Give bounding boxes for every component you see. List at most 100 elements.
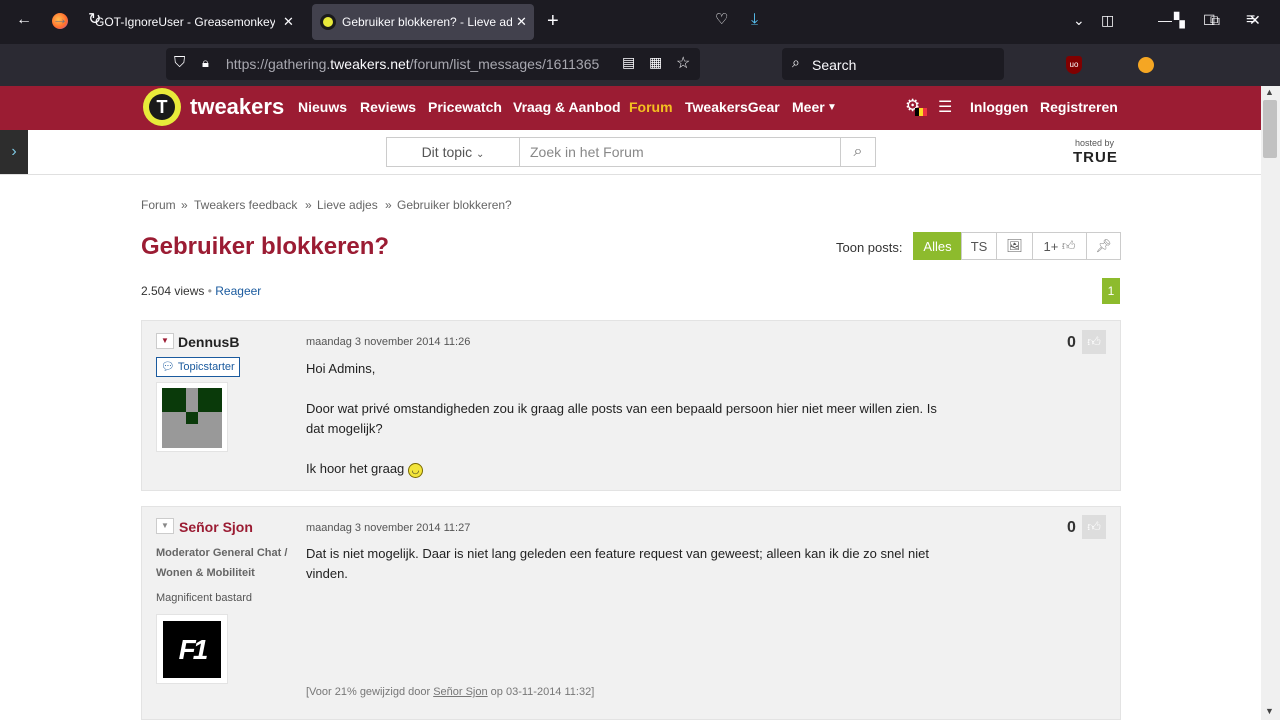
views-count: 2.504 views	[141, 284, 205, 298]
user-menu-toggle-icon[interactable]: ▼	[156, 518, 174, 534]
extensions-puzzle-icon[interactable]: ⧉	[1210, 10, 1220, 30]
ublock-icon[interactable]: uo	[1066, 56, 1082, 74]
nav-pricewatch[interactable]: Pricewatch	[428, 99, 502, 115]
post-username[interactable]: DennusB	[178, 334, 239, 350]
forum-search-input[interactable]: Zoek in het Forum	[530, 144, 644, 160]
search-icon: ⌕	[792, 54, 800, 70]
scrollbar-thumb[interactable]	[1263, 100, 1277, 158]
list-all-tabs-icon[interactable]: ⌄	[1073, 12, 1085, 29]
search-scope-select[interactable]: Dit topic ⌄	[387, 138, 520, 166]
nav-forum[interactable]: Forum	[629, 99, 673, 115]
post-score: 0	[1067, 334, 1076, 351]
list-view-icon[interactable]: ☰	[938, 97, 952, 117]
search-bar[interactable]: ⌕ Search	[782, 48, 1004, 80]
search-button-icon[interactable]: ⌕	[840, 138, 875, 166]
lock-icon[interactable]: 🔒︎	[202, 55, 209, 71]
topicstarter-badge: 💬︎ Topicstarter	[156, 357, 240, 377]
breadcrumb-separator: »	[181, 198, 188, 212]
post-username[interactable]: Señor Sjon	[179, 519, 253, 535]
like-thumbs-up-icon[interactable]: 👍︎	[1082, 515, 1106, 539]
forum-search-box: Dit topic ⌄ Zoek in het Forum ⌕	[386, 137, 876, 167]
scroll-down-icon[interactable]: ▼	[1265, 706, 1274, 716]
reply-link[interactable]: Reageer	[215, 284, 261, 298]
url-bar[interactable]: ⛉ 🔒︎ https://gathering.tweakers.net/foru…	[166, 48, 700, 80]
post-line: Door wat privé omstandigheden zou ik gra…	[306, 401, 937, 436]
filter-ts-button[interactable]: TS	[961, 232, 997, 260]
forward-icon[interactable]: →	[52, 10, 68, 30]
user-menu-toggle-icon[interactable]: ▼	[156, 333, 174, 349]
greasemonkey-icon[interactable]	[1138, 57, 1154, 73]
register-link[interactable]: Registreren	[1040, 99, 1118, 115]
post-timestamp[interactable]: maandag 3 november 2014 11:26	[306, 336, 470, 348]
filter-all-button[interactable]: Alles	[913, 232, 962, 260]
tab-title: Gebruiker blokkeren? - Lieve adjes	[342, 15, 512, 29]
tab-greasemonkey[interactable]: GOT-IgnoreUser - Greasemonkey Us ✕	[86, 4, 308, 40]
host-logo[interactable]: TRUE	[1073, 149, 1118, 166]
new-tab-button[interactable]: +	[547, 10, 559, 33]
nav-tweakersgear[interactable]: TweakersGear	[685, 99, 780, 115]
avatar-pixel	[198, 388, 222, 412]
page-scrollbar[interactable]	[1261, 86, 1280, 720]
nav-meer[interactable]: Meer	[792, 99, 825, 115]
pin-icon: 📌︎	[1095, 238, 1112, 253]
reload-icon[interactable]: ↻	[88, 10, 101, 30]
avatar[interactable]	[156, 382, 228, 452]
sidebar-toggle-chevron-icon[interactable]: ›	[0, 130, 28, 174]
tab-tweakers[interactable]: Gebruiker blokkeren? - Lieve adjes ✕	[312, 4, 534, 40]
minimize-button[interactable]: —	[1158, 12, 1172, 28]
extensions-grid-icon[interactable]: ▚	[1174, 10, 1185, 30]
search-placeholder: Search	[812, 57, 857, 73]
post-card	[141, 506, 1121, 720]
post-line: Ik hoor het graag ◡	[306, 459, 946, 479]
breadcrumb-separator: »	[305, 198, 312, 212]
avatar[interactable]: F1	[156, 614, 228, 684]
edit-user-link[interactable]: Señor Sjon	[433, 686, 487, 698]
pocket-icon[interactable]: ♡	[715, 10, 728, 30]
topicstarter-label: Topicstarter	[177, 361, 235, 373]
post-line: Hoi Admins,	[306, 361, 376, 376]
nav-nieuws[interactable]: Nieuws	[298, 99, 347, 115]
edit-prefix: [Voor 21% gewijzigd door	[306, 686, 434, 698]
post-timestamp[interactable]: maandag 3 november 2014 11:27	[306, 522, 470, 534]
user-tagline: Magnificent bastard	[156, 592, 252, 604]
nav-reviews[interactable]: Reviews	[360, 99, 416, 115]
downloads-icon[interactable]: ⤓	[751, 10, 758, 30]
post-line: Dat is niet mogelijk. Daar is niet lang …	[306, 546, 929, 581]
avatar-image	[162, 388, 222, 448]
url-text[interactable]: https://gathering.tweakers.net/forum/lis…	[226, 56, 599, 72]
tweakers-favicon-icon	[320, 14, 336, 30]
reader-view-icon[interactable]: ▤	[622, 54, 635, 71]
moderator-role: Moderator General Chat / Wonen & Mobilit…	[156, 547, 288, 579]
back-icon[interactable]: ←	[16, 10, 32, 30]
avatar-image: F1	[163, 621, 221, 678]
hosted-by-label: hosted by	[1075, 138, 1115, 148]
scroll-up-icon[interactable]: ▲	[1265, 87, 1274, 97]
brand-name[interactable]: tweakers	[190, 94, 284, 120]
breadcrumb-tweakers-feedback[interactable]: Tweakers feedback	[194, 198, 297, 212]
post-score: 0	[1067, 519, 1076, 536]
filter-images-button[interactable]: 🖼︎	[996, 232, 1033, 260]
menu-icon[interactable]: ≡	[1246, 10, 1255, 30]
filter-liked-label: 1+	[1043, 238, 1059, 254]
like-thumbs-up-icon[interactable]: 👍︎	[1082, 330, 1106, 354]
tab-title: GOT-IgnoreUser - Greasemonkey Us	[95, 15, 275, 29]
bookmark-star-icon[interactable]: ☆	[676, 53, 690, 73]
login-link[interactable]: Inloggen	[970, 99, 1028, 115]
topic-meta: 2.504 views • Reageer	[141, 284, 262, 298]
close-tab-icon[interactable]: ✕	[283, 14, 294, 30]
breadcrumb-separator: »	[385, 198, 392, 212]
filter-pinned-button[interactable]: 📌︎	[1086, 232, 1121, 260]
chevron-down-icon[interactable]: ▼	[827, 102, 837, 113]
close-tab-icon[interactable]: ✕	[516, 14, 527, 30]
avatar-pixel	[162, 388, 186, 412]
logo-t: T	[149, 94, 175, 120]
breadcrumb-forum[interactable]: Forum	[141, 198, 176, 212]
breadcrumb-lieve-adjes[interactable]: Lieve adjes	[317, 198, 378, 212]
sidebar-icon[interactable]: ◫	[1101, 10, 1114, 30]
page-number-button[interactable]: 1	[1102, 278, 1120, 304]
filter-liked-button[interactable]: 1+ 👍︎	[1032, 232, 1087, 260]
qr-code-icon[interactable]: ▦	[649, 54, 662, 71]
tracking-shield-icon[interactable]: ⛉	[174, 54, 185, 71]
tweakers-logo-icon[interactable]: T	[143, 88, 181, 126]
nav-vraag-aanbod[interactable]: Vraag & Aanbod	[513, 99, 621, 115]
